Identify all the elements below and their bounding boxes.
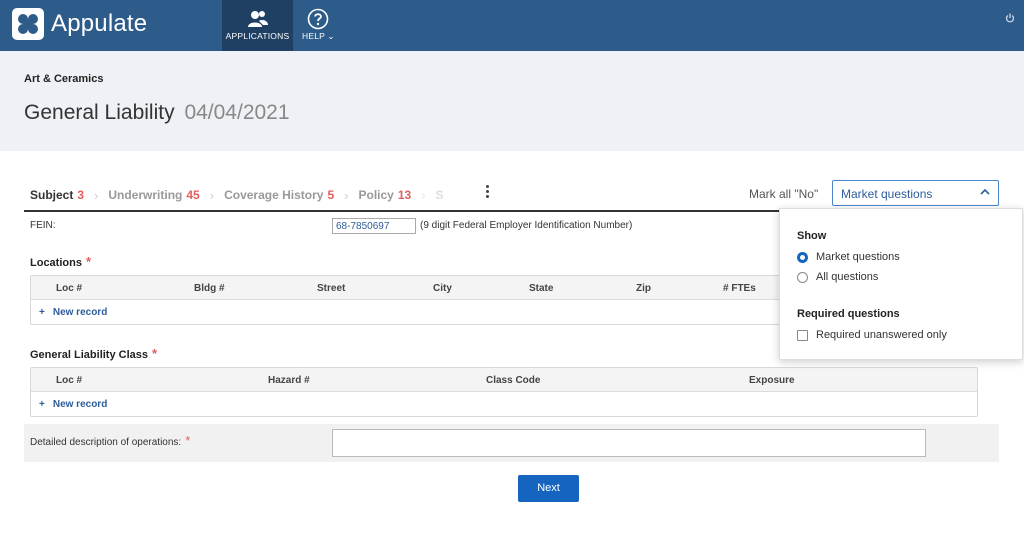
- radio-selected-icon: [797, 251, 808, 263]
- column-header: # FTEs: [723, 283, 756, 294]
- locations-title: Locations *: [30, 254, 91, 269]
- column-header: Street: [317, 283, 346, 294]
- nav-help-text: HELP: [302, 31, 325, 41]
- radio-label: All questions: [816, 271, 879, 283]
- step-label: Coverage History: [224, 188, 324, 202]
- required-heading: Required questions: [797, 308, 900, 320]
- nav-help[interactable]: HELP ⌄: [296, 0, 340, 51]
- mark-all-no-link[interactable]: Mark all "No": [749, 187, 818, 201]
- step-count: 5: [327, 188, 335, 202]
- new-record-label: New record: [52, 307, 108, 318]
- column-header: State: [529, 283, 554, 294]
- question-filter-value: Market questions: [841, 187, 933, 201]
- column-header: Bldg #: [194, 283, 225, 294]
- new-record-button[interactable]: + New record: [39, 307, 107, 318]
- next-button[interactable]: Next: [518, 475, 579, 502]
- chevron-right-icon: ›: [421, 187, 426, 203]
- plus-icon: +: [39, 307, 45, 318]
- step-label: Subject: [30, 188, 74, 202]
- column-header: City: [433, 283, 452, 294]
- show-heading: Show: [797, 230, 827, 242]
- description-row: Detailed description of operations: *: [24, 424, 999, 462]
- column-header: Exposure: [749, 375, 795, 386]
- chevron-right-icon: ›: [209, 187, 215, 203]
- gl-class-table-header: Loc # Hazard # Class Code Exposure: [31, 368, 977, 392]
- power-icon[interactable]: [1005, 13, 1015, 23]
- page-title-text: General Liability: [24, 101, 175, 124]
- gl-class-title: General Liability Class *: [30, 346, 157, 361]
- radio-unselected-icon: [797, 271, 808, 283]
- description-label: Detailed description of operations: *: [30, 433, 190, 448]
- top-navigation-bar: Appulate APPLICATIONS HELP ⌄: [0, 0, 1024, 51]
- fein-hint: (9 digit Federal Employer Identification…: [420, 220, 633, 231]
- gl-class-new-record-row: + New record: [31, 392, 977, 416]
- app-logo[interactable]: Appulate: [12, 8, 147, 40]
- chevron-right-icon: ›: [94, 187, 99, 203]
- question-filter-dropdown: Show Market questions All questions Requ…: [779, 208, 1023, 360]
- step-count: 45: [186, 188, 200, 202]
- description-label-text: Detailed description of operations:: [30, 437, 182, 448]
- step-navigation: Subject 3 › Underwriting 45 › Coverage H…: [30, 186, 444, 204]
- step-subject[interactable]: Subject 3: [30, 188, 84, 202]
- column-header: Zip: [636, 283, 651, 294]
- nav-help-label: HELP ⌄: [302, 31, 335, 42]
- fein-label: FEIN:: [30, 220, 56, 231]
- checkbox-icon: [797, 329, 808, 341]
- step-count: 13: [397, 188, 412, 202]
- step-coverage-history[interactable]: Coverage History 5: [224, 188, 334, 202]
- page-title: General Liability 04/04/2021: [24, 101, 290, 125]
- page-title-date: 04/04/2021: [184, 101, 290, 124]
- users-icon: [248, 11, 268, 27]
- nav-applications[interactable]: APPLICATIONS: [222, 0, 293, 51]
- page-header: Art & Ceramics General Liability 04/04/2…: [0, 51, 1024, 151]
- question-filter-select[interactable]: Market questions: [832, 180, 999, 206]
- gl-class-table: Loc # Hazard # Class Code Exposure + New …: [30, 367, 978, 417]
- column-header: Hazard #: [268, 375, 310, 386]
- step-underwriting[interactable]: Underwriting 45: [108, 188, 199, 202]
- gl-class-title-text: General Liability Class: [30, 349, 148, 361]
- radio-market-questions[interactable]: Market questions: [797, 251, 900, 263]
- chevron-right-icon: ›: [344, 187, 349, 203]
- fein-input[interactable]: 68-7850697: [332, 218, 416, 234]
- new-record-button[interactable]: + New record: [39, 399, 107, 410]
- appulate-logo-icon: [12, 8, 44, 40]
- steps-divider: [24, 210, 784, 212]
- insured-name: Art & Ceramics: [24, 73, 104, 85]
- step-label: Underwriting: [108, 188, 183, 202]
- more-steps-kebab-icon[interactable]: [485, 185, 491, 201]
- required-asterisk: *: [185, 433, 191, 448]
- column-header: Class Code: [486, 375, 541, 386]
- required-asterisk: *: [85, 254, 92, 269]
- app-name: Appulate: [51, 10, 148, 37]
- new-record-label: New record: [52, 399, 108, 410]
- checkbox-label: Required unanswered only: [816, 329, 947, 341]
- help-icon: [307, 8, 329, 30]
- nav-applications-label: APPLICATIONS: [225, 31, 290, 41]
- step-label: Policy: [358, 188, 394, 202]
- step-label: S: [435, 188, 444, 202]
- locations-title-text: Locations: [30, 257, 82, 269]
- radio-all-questions[interactable]: All questions: [797, 271, 878, 283]
- description-input[interactable]: [332, 429, 926, 457]
- step-truncated[interactable]: S: [436, 188, 444, 202]
- radio-label: Market questions: [816, 251, 900, 263]
- step-policy[interactable]: Policy 13: [358, 188, 411, 202]
- chevron-down-icon: ⌄: [327, 31, 335, 41]
- column-header: Loc #: [56, 283, 83, 294]
- plus-icon: +: [39, 399, 45, 410]
- column-header: Loc #: [56, 375, 83, 386]
- step-count: 3: [77, 188, 85, 202]
- checkbox-required-unanswered[interactable]: Required unanswered only: [797, 329, 947, 341]
- required-asterisk: *: [152, 346, 158, 361]
- chevron-up-icon: [980, 188, 990, 195]
